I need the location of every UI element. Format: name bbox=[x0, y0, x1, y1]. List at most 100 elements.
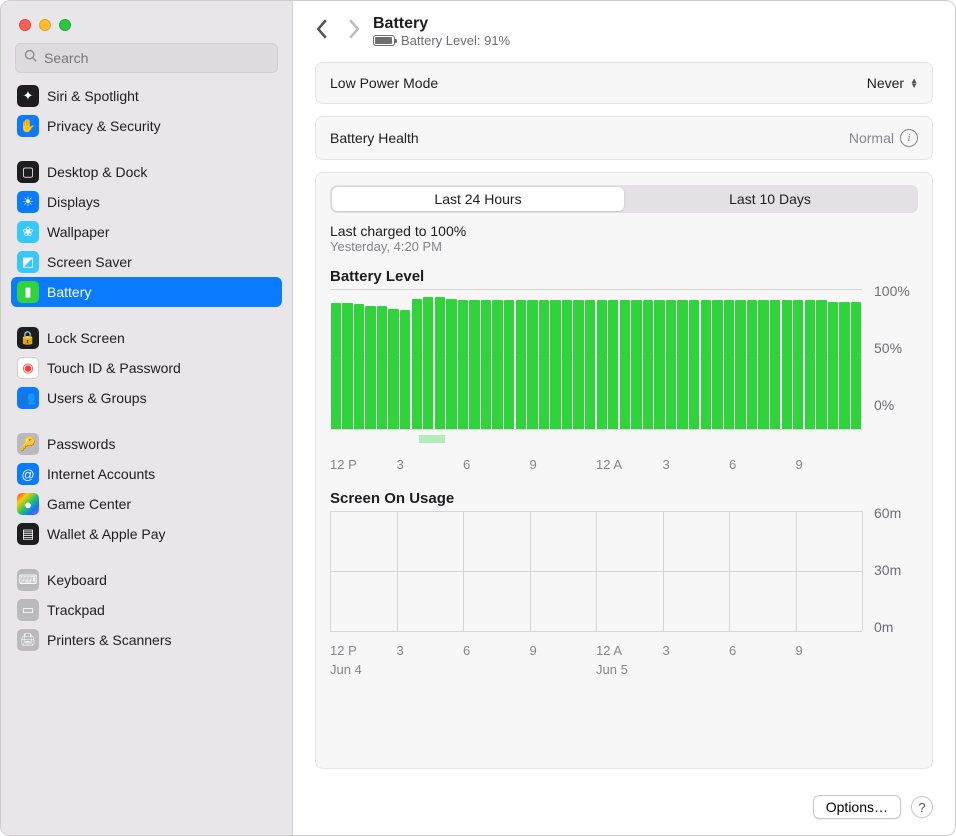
zoom-icon[interactable] bbox=[59, 19, 71, 31]
bar bbox=[666, 300, 676, 429]
bar bbox=[527, 300, 537, 429]
sidebar-item-label: Trackpad bbox=[47, 602, 105, 618]
sidebar-icon: ✦ bbox=[17, 85, 39, 107]
bar bbox=[469, 300, 479, 429]
sidebar-item-desktop-dock[interactable]: ▢ Desktop & Dock bbox=[11, 157, 282, 187]
xaxis-tick: 6 bbox=[729, 643, 796, 658]
sidebar-item-internet-accounts[interactable]: @Internet Accounts bbox=[11, 459, 282, 489]
sidebar-item-passwords[interactable]: 🔑 Passwords bbox=[11, 429, 282, 459]
sidebar-item-trackpad[interactable]: ▭ Trackpad bbox=[11, 595, 282, 625]
nav-buttons bbox=[315, 19, 361, 44]
sidebar-item-label: Printers & Scanners bbox=[47, 632, 172, 648]
xaxis-tick: 9 bbox=[530, 643, 597, 658]
battery-icon bbox=[373, 35, 395, 46]
xaxis-tick: 3 bbox=[663, 457, 730, 472]
search-field[interactable] bbox=[15, 43, 278, 73]
tab-last-10d[interactable]: Last 10 Days bbox=[624, 187, 916, 211]
sidebar-icon: ❀ bbox=[17, 221, 39, 243]
sidebar-item-label: Passwords bbox=[47, 436, 115, 452]
time-range-segmented[interactable]: Last 24 Hours Last 10 Days bbox=[330, 185, 918, 213]
usage-tile: Last 24 Hours Last 10 Days Last charged … bbox=[315, 172, 933, 769]
bar bbox=[620, 300, 630, 429]
xaxis-tick: 3 bbox=[397, 457, 464, 472]
sidebar-item-siri-spotlight[interactable]: ✦Siri & Spotlight bbox=[11, 81, 282, 111]
bar bbox=[423, 297, 433, 429]
bar bbox=[839, 302, 849, 429]
xaxis-tick: 3 bbox=[663, 643, 730, 658]
bar bbox=[747, 300, 757, 429]
footer: Options… ? bbox=[293, 785, 955, 835]
battery-level-plot bbox=[330, 289, 862, 429]
ylabel: 60m bbox=[874, 505, 918, 521]
sidebar: ✦Siri & Spotlight✋Privacy & Security ▢ Des… bbox=[1, 1, 293, 835]
sidebar-item-touch-id-password[interactable]: ◉Touch ID & Password bbox=[11, 353, 282, 383]
bar bbox=[446, 299, 456, 429]
chevron-updown-icon: ▲▼ bbox=[910, 78, 918, 88]
screen-on-bars bbox=[330, 511, 862, 631]
forward-button[interactable] bbox=[347, 19, 361, 44]
bar bbox=[701, 300, 711, 429]
bar bbox=[770, 300, 780, 429]
sidebar-item-label: Displays bbox=[47, 194, 100, 210]
battery-level-xaxis: 12 P36912 A369 bbox=[330, 457, 862, 472]
bar bbox=[782, 300, 792, 429]
sidebar-item-users-groups[interactable]: 👥Users & Groups bbox=[11, 383, 282, 413]
xaxis-tick: 6 bbox=[463, 457, 530, 472]
xaxis-tick: 12 A bbox=[596, 643, 663, 658]
sidebar-item-game-center[interactable]: ●Game Center bbox=[11, 489, 282, 519]
sidebar-item-label: Wallet & Apple Pay bbox=[47, 526, 166, 542]
sidebar-item-wallet-apple-pay[interactable]: ▤Wallet & Apple Pay bbox=[11, 519, 282, 549]
ylabel: 100% bbox=[874, 283, 918, 299]
search-wrap bbox=[1, 39, 292, 81]
battery-health-value-wrap: Normal i bbox=[849, 129, 918, 147]
sidebar-item-label: Internet Accounts bbox=[47, 466, 155, 482]
close-icon[interactable] bbox=[19, 19, 31, 31]
sidebar-icon: 🔑 bbox=[17, 433, 39, 455]
battery-health-label: Battery Health bbox=[330, 130, 419, 146]
sidebar-icon: ☀ bbox=[17, 191, 39, 213]
xaxis-tick: 6 bbox=[729, 457, 796, 472]
sidebar-icon: ▢ bbox=[17, 161, 39, 183]
bar bbox=[724, 300, 734, 429]
bar bbox=[573, 300, 583, 429]
bar bbox=[805, 300, 815, 429]
sidebar-item-label: Privacy & Security bbox=[47, 118, 161, 134]
sidebar-icon: ◩ bbox=[17, 251, 39, 273]
sidebar-icon: ● bbox=[17, 493, 39, 515]
sidebar-item-battery[interactable]: ▮Battery bbox=[11, 277, 282, 307]
screen-on-chart: 60m 30m 0m bbox=[330, 511, 918, 631]
header: Battery Battery Level: 91% bbox=[293, 1, 955, 58]
bar bbox=[504, 300, 514, 429]
sidebar-icon: ▭ bbox=[17, 599, 39, 621]
sidebar-item-label: Desktop & Dock bbox=[47, 164, 147, 180]
bar bbox=[354, 304, 364, 429]
sidebar-item-lock-screen[interactable]: 🔒Lock Screen bbox=[11, 323, 282, 353]
xaxis-tick: 6 bbox=[463, 643, 530, 658]
sidebar-nav[interactable]: ✦Siri & Spotlight✋Privacy & Security ▢ Des… bbox=[1, 81, 292, 835]
sidebar-item-printers-scanners[interactable]: 🖨Printers & Scanners bbox=[11, 625, 282, 655]
sidebar-item-screen-saver[interactable]: ◩Screen Saver bbox=[11, 247, 282, 277]
low-power-popup[interactable]: Never ▲▼ bbox=[867, 75, 918, 91]
low-power-value: Never bbox=[867, 75, 904, 91]
back-button[interactable] bbox=[315, 19, 329, 44]
low-power-row: Low Power Mode Never ▲▼ bbox=[315, 62, 933, 104]
bar bbox=[365, 306, 375, 429]
ylabel: 0% bbox=[874, 397, 918, 413]
info-icon[interactable]: i bbox=[900, 129, 918, 147]
sidebar-item-wallpaper[interactable]: ❀Wallpaper bbox=[11, 217, 282, 247]
search-input[interactable] bbox=[44, 50, 269, 66]
last-charge-title: Last charged to 100% bbox=[330, 223, 918, 239]
sidebar-item-displays[interactable]: ☀ Displays bbox=[11, 187, 282, 217]
bar bbox=[342, 303, 352, 429]
tab-last-24h[interactable]: Last 24 Hours bbox=[332, 187, 624, 211]
help-button[interactable]: ? bbox=[911, 796, 933, 818]
screen-on-xaxis: 12 P36912 A369 bbox=[330, 643, 862, 658]
sidebar-item-keyboard[interactable]: ⌨Keyboard bbox=[11, 565, 282, 595]
sidebar-item-privacy-security[interactable]: ✋Privacy & Security bbox=[11, 111, 282, 141]
options-button[interactable]: Options… bbox=[813, 795, 901, 819]
ylabel: 50% bbox=[874, 340, 918, 356]
battery-health-value: Normal bbox=[849, 130, 894, 146]
minimize-icon[interactable] bbox=[39, 19, 51, 31]
bar bbox=[377, 306, 387, 429]
bar bbox=[735, 300, 745, 429]
